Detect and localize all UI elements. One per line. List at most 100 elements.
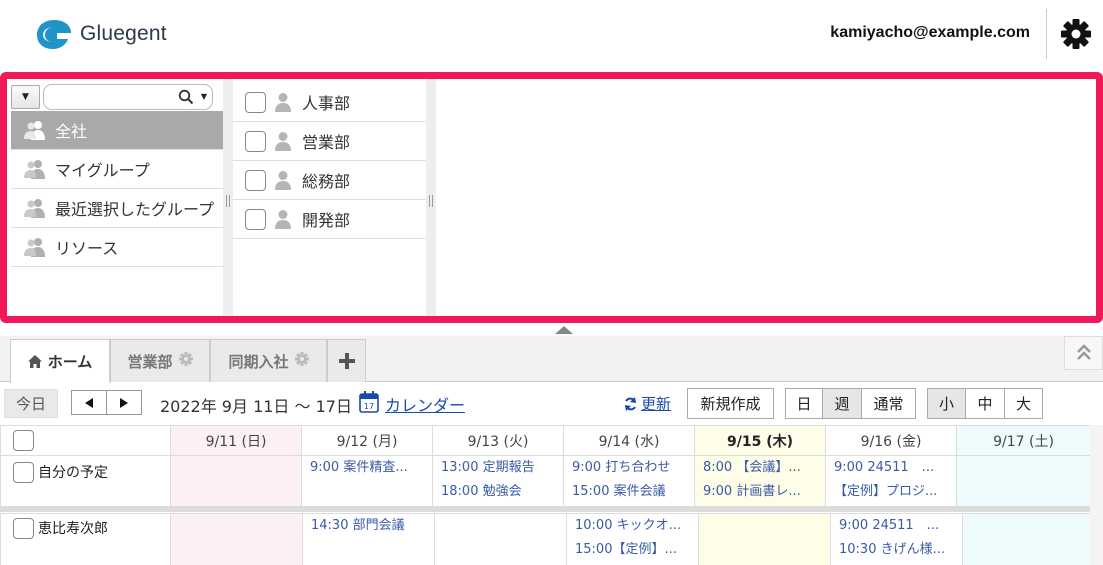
vertical-scrollbar[interactable]	[1090, 425, 1103, 565]
group-icon	[24, 199, 45, 218]
day-header[interactable]: 9/11 (日)	[170, 425, 302, 456]
day-cell[interactable]: 8:00 【会議】... 9:00 計画書レ...	[694, 455, 826, 508]
tab-settings-gear-icon[interactable]	[178, 352, 193, 370]
person-icon	[275, 171, 291, 190]
event-item[interactable]: 8:00 【会議】...	[696, 457, 825, 481]
department-checkbox[interactable]	[245, 169, 266, 191]
user-email[interactable]: kamiyacho@example.com	[830, 24, 1030, 42]
event-item[interactable]: 10:30 きげん様...	[832, 538, 962, 562]
department-checkbox[interactable]	[245, 91, 266, 113]
refresh-icon	[625, 396, 636, 411]
group-filter-dropdown[interactable]: ▼	[11, 85, 40, 109]
person-icon	[275, 210, 291, 229]
view-week-button[interactable]: 週	[822, 388, 862, 419]
department-checkbox[interactable]	[245, 208, 266, 230]
today-button[interactable]: 今日	[4, 389, 58, 418]
day-header[interactable]: 9/14 (水)	[563, 425, 695, 456]
app-header: Gluegent kamiyacho@example.com	[0, 0, 1103, 72]
refresh-button[interactable]: 更新	[624, 393, 671, 414]
group-list: 全社マイグループ最近選択したグループ リソース	[11, 111, 223, 267]
schedule-header-table: 9/11 (日) 9/12 (月) 9/13 (火) 9/14 (水) 9/15…	[0, 425, 1091, 456]
row-name[interactable]: 恵比寿次郎	[38, 518, 108, 538]
day-header[interactable]: 9/12 (月)	[301, 425, 433, 456]
group-item[interactable]: マイグループ	[11, 150, 223, 189]
collapse-all-button[interactable]	[1064, 336, 1103, 370]
day-cell[interactable]	[170, 455, 302, 508]
day-cell[interactable]: 14:30 部門会議	[302, 513, 435, 565]
group-item-label: 全社	[55, 122, 88, 141]
department-item[interactable]: 開発部	[233, 200, 426, 239]
tab-home[interactable]: ホーム	[10, 339, 110, 383]
calendar-icon[interactable]: 17	[359, 391, 379, 413]
tab-sales[interactable]: 営業部	[110, 339, 210, 382]
event-item[interactable]: 14:30 部門会議	[304, 515, 434, 539]
department-checkbox[interactable]	[245, 130, 266, 152]
size-small-button[interactable]: 小	[927, 388, 966, 419]
day-cell[interactable]: 9:00 案件精査...	[301, 455, 433, 508]
add-tab-button[interactable]	[327, 339, 366, 382]
settings-gear-icon[interactable]	[1058, 16, 1094, 52]
day-cell[interactable]: 10:00 キックオ... 15:00【定例】...	[566, 513, 699, 565]
day-header[interactable]: 9/13 (火)	[432, 425, 564, 456]
member-list-column	[436, 79, 1096, 316]
view-normal-button[interactable]: 通常	[861, 388, 916, 419]
department-item[interactable]: 営業部	[233, 122, 426, 161]
double-chevron-up-icon	[1076, 344, 1091, 360]
event-item[interactable]: 13:00 定期報告	[434, 457, 563, 481]
tab-same-year-hires[interactable]: 同期入社	[210, 339, 327, 382]
size-medium-button[interactable]: 中	[965, 388, 1005, 419]
group-item-label: リソース	[55, 239, 119, 258]
day-header[interactable]: 9/17 (土)	[956, 425, 1091, 456]
day-cell[interactable]	[698, 513, 831, 565]
gluegent-logo[interactable]: Gluegent	[35, 17, 167, 51]
department-item[interactable]: 人事部	[233, 83, 426, 122]
collapse-panel-arrow-icon[interactable]	[555, 326, 573, 334]
event-item[interactable]: 【定例】プロジ...	[827, 480, 956, 504]
day-cell[interactable]	[434, 513, 567, 565]
column-splitter-1[interactable]	[223, 79, 233, 316]
day-cell[interactable]	[962, 513, 1091, 565]
select-all-checkbox[interactable]	[13, 430, 34, 451]
day-cell[interactable]: 9:00 24511 ... 10:30 きげん様...	[830, 513, 963, 565]
group-item[interactable]: 全社	[11, 111, 223, 150]
calendar-link[interactable]: カレンダー	[385, 392, 465, 416]
event-item[interactable]: 9:00 24511 ...	[832, 515, 962, 539]
day-cell[interactable]	[170, 513, 303, 565]
search-input[interactable]	[50, 86, 180, 108]
day-cell[interactable]: 9:00 24511 ... 【定例】プロジ...	[825, 455, 957, 508]
event-item[interactable]: 10:00 キックオ...	[568, 515, 698, 539]
day-cell[interactable]: 13:00 定期報告 18:00 勉強会	[432, 455, 564, 508]
day-header[interactable]: 9/16 (金)	[825, 425, 957, 456]
prev-week-button[interactable]	[71, 390, 107, 415]
calendar-toolbar: 今日 2022年 9月 11日 ～ 17日 17 カレンダー 更新 新規作成 日…	[0, 383, 1103, 425]
event-item[interactable]: 15:00 案件会議	[565, 480, 694, 504]
day-cell[interactable]	[956, 455, 1091, 508]
event-item[interactable]: 9:00 案件精査...	[303, 457, 432, 481]
group-icon	[24, 160, 45, 179]
group-item[interactable]: リソース	[11, 228, 223, 267]
event-item[interactable]: 18:00 勉強会	[434, 480, 563, 504]
next-week-button[interactable]	[106, 390, 142, 415]
department-item[interactable]: 総務部	[233, 161, 426, 200]
day-header-row: 9/11 (日) 9/12 (月) 9/13 (火) 9/14 (水) 9/15…	[0, 425, 1091, 456]
search-icon[interactable]	[178, 89, 194, 105]
view-day-button[interactable]: 日	[785, 388, 823, 419]
day-cell[interactable]: 9:00 打ち合わせ 15:00 案件会議	[563, 455, 695, 508]
event-item[interactable]: 9:00 24511 ...	[827, 457, 956, 481]
size-large-button[interactable]: 大	[1004, 388, 1043, 419]
row-name[interactable]: 自分の予定	[38, 462, 108, 482]
day-header-today[interactable]: 9/15 (木)	[694, 425, 826, 456]
search-options-caret-icon[interactable]: ▼	[201, 92, 207, 101]
group-item[interactable]: 最近選択したグループ	[11, 189, 223, 228]
column-splitter-2[interactable]	[426, 79, 436, 316]
group-item-label: 最近選択したグループ	[55, 200, 215, 219]
event-item[interactable]: 9:00 打ち合わせ	[565, 457, 694, 481]
tab-settings-gear-icon[interactable]	[294, 352, 309, 370]
event-item[interactable]: 9:00 計画書レ...	[696, 480, 825, 504]
row-checkbox[interactable]	[13, 517, 34, 539]
group-search-row: ▼ ▼	[11, 83, 223, 111]
new-event-button[interactable]: 新規作成	[687, 388, 774, 419]
row-checkbox[interactable]	[13, 461, 34, 483]
person-icon	[275, 93, 291, 112]
event-item[interactable]: 15:00【定例】...	[568, 538, 698, 562]
